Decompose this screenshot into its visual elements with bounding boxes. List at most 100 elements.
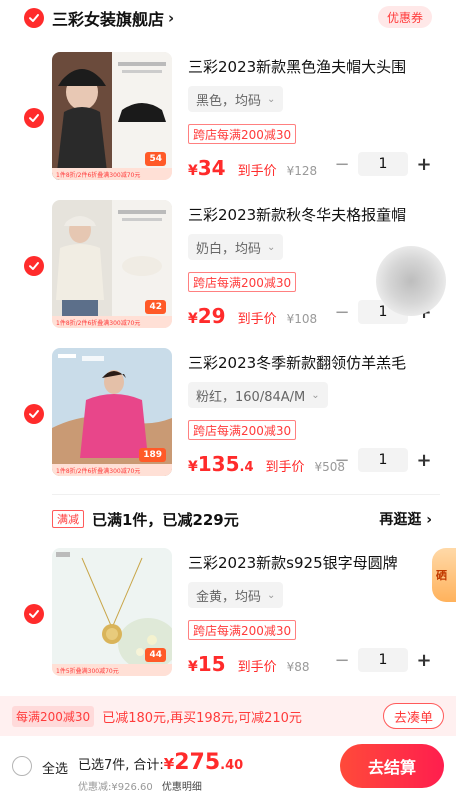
price-row: ¥ 15 到手价 ¥88 [188, 652, 310, 676]
sku-label: 粉红，160/84A/M [196, 389, 306, 405]
decrement-button[interactable]: − [332, 302, 352, 323]
store-select-checkbox[interactable] [24, 8, 44, 28]
product-title[interactable]: 三彩2023新款秋冬华夫格报童帽 [188, 204, 442, 225]
price-row: ¥ 135 .4 到手价 ¥508 [188, 452, 345, 476]
original-price: ¥128 [286, 164, 318, 178]
increment-button[interactable]: + [414, 154, 434, 175]
promo-tag: 跨店每满200减30 [188, 420, 297, 440]
total-decimal: .40 [220, 758, 244, 773]
cart-item: 189 1件8折/2件6折叠满300减70元 三彩2023冬季新款翻领仿羊羔毛 … [0, 348, 456, 488]
price-currency: ¥ [188, 163, 198, 179]
check-icon [29, 610, 39, 618]
discount-line: 优惠减:¥926.60 优惠明细 [78, 778, 202, 793]
product-title[interactable]: 三彩2023新款黑色渔夫帽大头围 [188, 56, 442, 77]
item-select-checkbox[interactable] [24, 256, 44, 276]
price-row: ¥ 29 到手价 ¥108 [188, 304, 317, 328]
increment-button[interactable]: + [414, 650, 434, 671]
product-image[interactable]: 189 1件8折/2件6折叠满300减70元 [52, 348, 172, 476]
sku-selector[interactable]: 金黄，均码 ⌄ [188, 582, 284, 608]
product-title[interactable]: 三彩2023新款s925银字母圆牌 [188, 552, 442, 573]
total-currency: ¥ [163, 755, 175, 773]
price-label: 到手价 [237, 312, 277, 327]
price-row: ¥ 34 到手价 ¥128 [188, 156, 317, 180]
checkout-button[interactable]: 去结算 [340, 744, 444, 788]
discount-detail-link[interactable]: 优惠明细 [162, 782, 202, 793]
product-image[interactable]: 44 1件5折叠满300减70元 [52, 548, 172, 676]
image-promo-banner: 1件8折/2件6折叠满300减70元 [52, 168, 172, 180]
promo-type-badge: 满减 [52, 510, 84, 528]
total-summary: 已选7件, 合计: ¥ 275 .40 [78, 750, 243, 775]
promo-group-line: 满减 已满1件，已减229元 再逛逛 › [52, 506, 432, 532]
price-tag: 44 [145, 648, 166, 662]
cart-item: 54 1件8折/2件6折叠满300减70元 三彩2023新款黑色渔夫帽大头围 黑… [0, 52, 456, 192]
selected-count: 已选7件, [78, 758, 130, 773]
item-select-checkbox[interactable] [24, 604, 44, 624]
product-title[interactable]: 三彩2023冬季新款翻领仿羊羔毛 [188, 352, 442, 373]
quantity-input[interactable]: 1 [358, 648, 408, 672]
checkout-bar: 全选 已选7件, 合计: ¥ 275 .40 优惠减:¥926.60 优惠明细 … [0, 736, 456, 800]
side-float-badge[interactable]: 硒 [432, 548, 456, 602]
quantity-input[interactable]: 1 [358, 152, 408, 176]
decrement-button[interactable]: − [332, 450, 352, 471]
quantity-stepper: − 1 + [332, 152, 434, 176]
product-image[interactable]: 42 1件8折/2件6折叠满300减70元 [52, 200, 172, 328]
check-icon [29, 14, 39, 22]
discount-amount: 优惠减:¥926.60 [78, 782, 153, 793]
price-value: 135 [197, 452, 240, 476]
chevron-right-icon[interactable]: › [168, 9, 174, 27]
quantity-stepper: − 1 + [332, 648, 434, 672]
check-icon [29, 262, 39, 270]
price-label: 到手价 [265, 460, 305, 475]
price-tag: 189 [139, 448, 166, 462]
promo-progress-bar: 每满200减30 已减180元,再买198元,可减210元 去凑单 [0, 696, 456, 736]
original-price: ¥88 [286, 660, 310, 674]
coupon-button[interactable]: 优惠券 [377, 6, 432, 28]
select-all-checkbox[interactable] [12, 756, 32, 776]
sku-selector[interactable]: 黑色，均码 ⌄ [188, 86, 284, 112]
promo-progress-text: 已减180元,再买198元,可减210元 [102, 710, 302, 726]
product-image[interactable]: 54 1件8折/2件6折叠满300减70元 [52, 52, 172, 180]
item-select-checkbox[interactable] [24, 108, 44, 128]
price-label: 到手价 [237, 660, 277, 675]
add-more-button[interactable]: 去凑单 [382, 703, 444, 729]
price-currency: ¥ [188, 311, 198, 327]
promo-group-status: 已满1件，已减229元 [92, 510, 239, 529]
promo-rule-tag: 每满200减30 [12, 705, 95, 727]
price-value: 29 [197, 304, 226, 328]
image-promo-banner: 1件5折叠满300减70元 [52, 664, 172, 676]
select-all-label[interactable]: 全选 [42, 758, 68, 777]
decrement-button[interactable]: − [332, 650, 352, 671]
sku-label: 黑色，均码 [196, 93, 262, 109]
item-select-checkbox[interactable] [24, 404, 44, 424]
sku-selector[interactable]: 粉红，160/84A/M ⌄ [188, 382, 328, 408]
divider [52, 494, 440, 495]
store-name[interactable]: 三彩女装旗舰店 [52, 6, 164, 30]
sku-label: 金黄，均码 [196, 589, 262, 605]
promo-tag: 跨店每满200减30 [188, 272, 297, 292]
chevron-down-icon: ⌄ [267, 93, 276, 105]
cart-item: 44 1件5折叠满300减70元 三彩2023新款s925银字母圆牌 金黄，均码… [0, 548, 456, 688]
price-tag: 42 [145, 300, 166, 314]
image-promo-banner: 1件8折/2件6折叠满300减70元 [52, 316, 172, 328]
browse-more-link[interactable]: 再逛逛 › [379, 509, 432, 529]
price-decimal: .4 [239, 460, 254, 475]
price-value: 15 [197, 652, 226, 676]
image-promo-banner: 1件8折/2件6折叠满300减70元 [52, 464, 172, 476]
total-value: 275 [174, 750, 221, 775]
sku-selector[interactable]: 奶白，均码 ⌄ [188, 234, 284, 260]
promo-tag: 跨店每满200减30 [188, 124, 297, 144]
store-header[interactable]: 三彩女装旗舰店 › 优惠券 [0, 0, 456, 36]
decrement-button[interactable]: − [332, 154, 352, 175]
sku-label: 奶白，均码 [196, 241, 262, 257]
check-icon [29, 114, 39, 122]
price-value: 34 [197, 156, 226, 180]
price-currency: ¥ [188, 659, 198, 675]
chevron-down-icon: ⌄ [267, 241, 276, 253]
price-tag: 54 [145, 152, 166, 166]
floating-assistive-button[interactable] [376, 246, 446, 316]
chevron-down-icon: ⌄ [267, 589, 276, 601]
quantity-input[interactable]: 1 [358, 448, 408, 472]
chevron-down-icon: ⌄ [311, 389, 320, 401]
increment-button[interactable]: + [414, 450, 434, 471]
original-price: ¥108 [286, 312, 318, 326]
